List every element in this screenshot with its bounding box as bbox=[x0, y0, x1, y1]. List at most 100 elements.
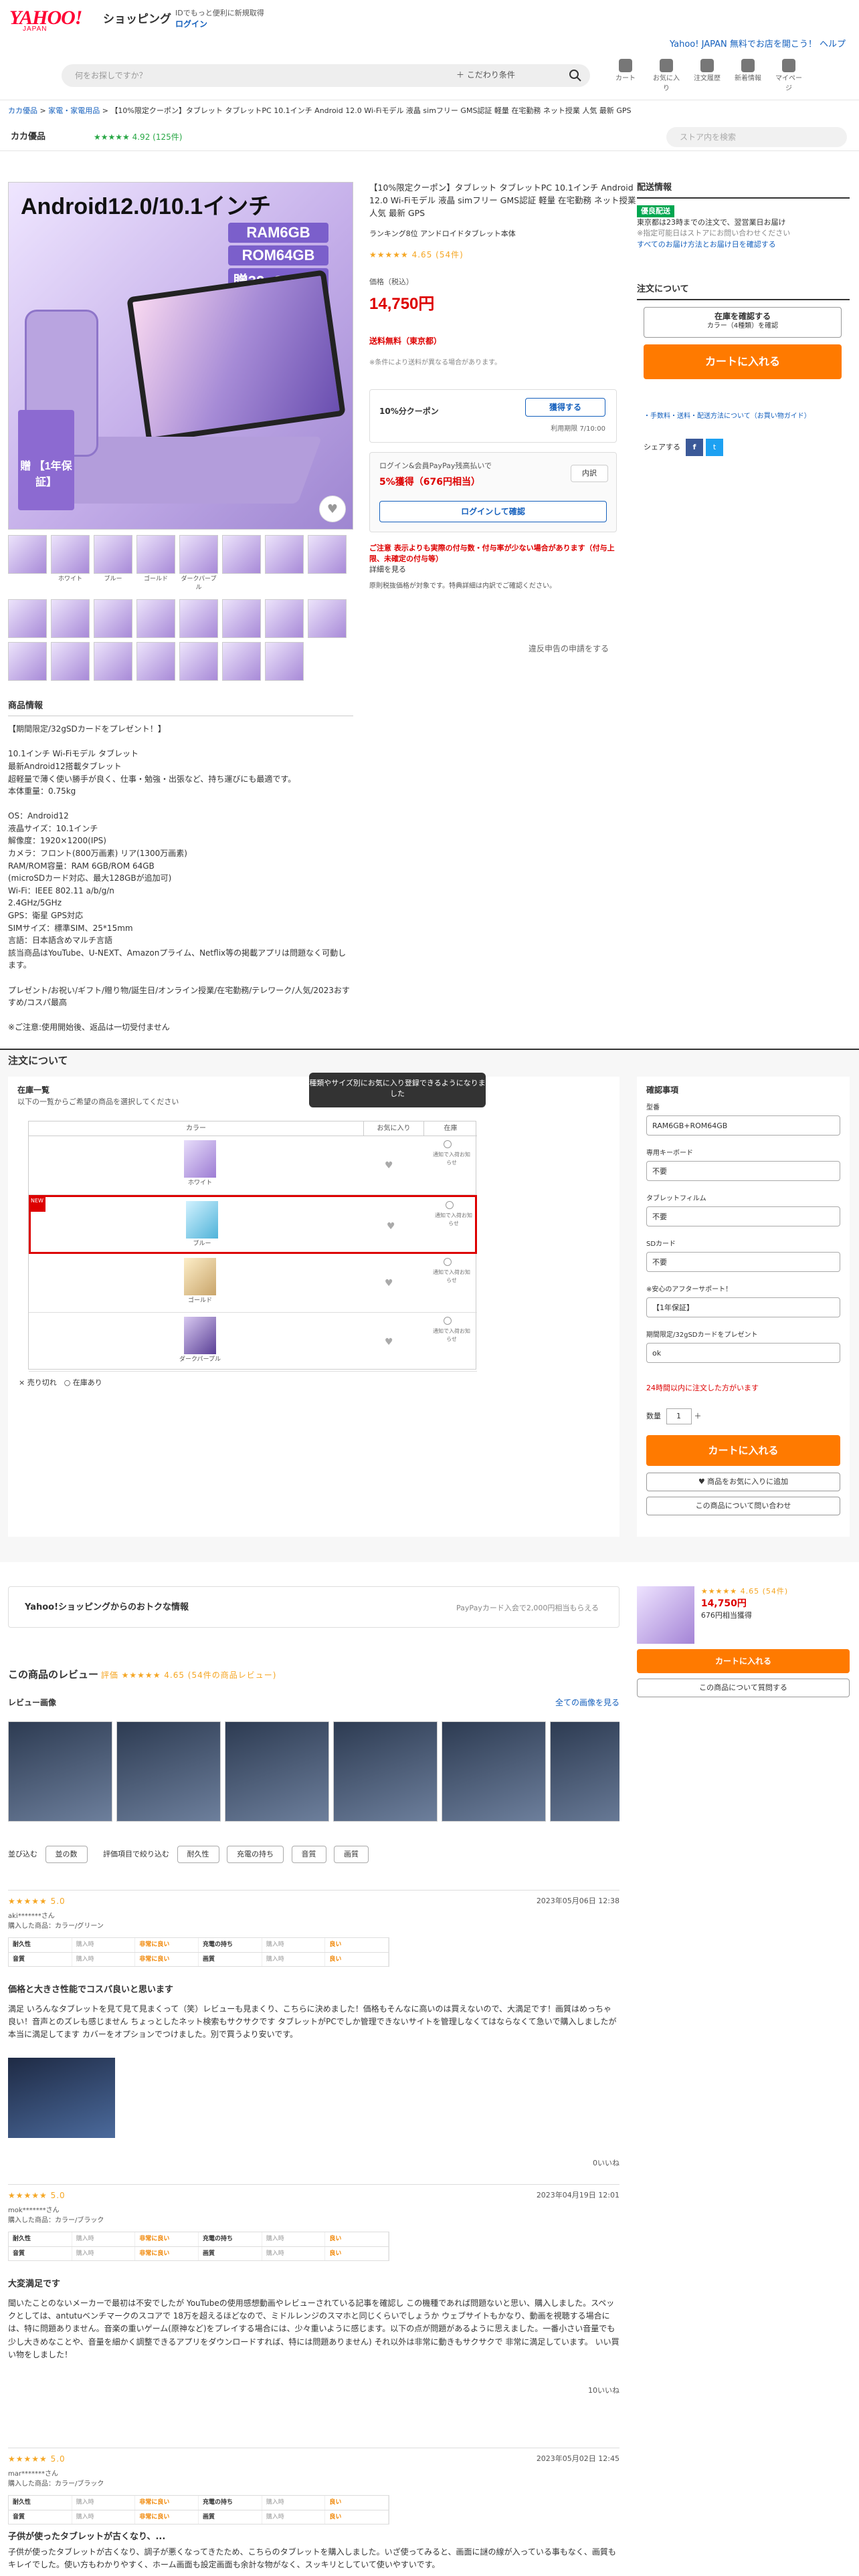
favorite-heart-icon[interactable]: ♥ bbox=[319, 496, 346, 522]
like-button[interactable]: 0いいね bbox=[593, 2158, 619, 2169]
favorite-heart-icon[interactable]: ♥ bbox=[385, 1277, 393, 1290]
option-select[interactable]: ※安心のアフターサポート！ 【1年保証】 bbox=[646, 1285, 840, 1317]
favorite-heart-icon[interactable]: ♥ bbox=[385, 1335, 393, 1349]
add-to-cart-button[interactable]: カートに入れる bbox=[644, 344, 842, 379]
stock-radio[interactable] bbox=[444, 1258, 452, 1266]
side-add-to-cart-button[interactable]: カートに入れる bbox=[637, 1649, 850, 1673]
sort-select[interactable]: 並の数 bbox=[45, 1846, 88, 1863]
ranking-link[interactable]: ランキング8位 アンドロイドタブレット本体 bbox=[369, 229, 516, 239]
thumbnail[interactable] bbox=[222, 642, 261, 681]
filter-button[interactable]: 音質 bbox=[291, 1846, 326, 1863]
option-select[interactable]: 型番 RAM6GB+ROM64GB bbox=[646, 1103, 840, 1136]
option-select[interactable]: SDカード 不要 bbox=[646, 1240, 840, 1272]
top-links[interactable]: Yahoo! JAPAN 無料でお店を開こう！ ヘルプ bbox=[670, 39, 846, 51]
review-image[interactable] bbox=[116, 1721, 221, 1822]
search-bar[interactable]: 何をお探しですか？ ＋ こだわり条件 bbox=[62, 64, 590, 87]
facebook-icon[interactable]: f bbox=[686, 439, 703, 456]
thumbnail[interactable] bbox=[179, 642, 218, 681]
thumbnail[interactable] bbox=[308, 599, 347, 638]
thumbnail[interactable] bbox=[136, 599, 175, 638]
caution-detail-link[interactable]: 詳細を見る bbox=[369, 564, 617, 575]
thumbnail[interactable] bbox=[222, 599, 261, 638]
thumbnail[interactable] bbox=[265, 599, 304, 638]
stock-radio[interactable] bbox=[444, 1140, 452, 1148]
add-favorite-button[interactable]: ♥ 商品をお気に入りに追加 bbox=[646, 1473, 840, 1491]
filter-button[interactable]: 充電の持ち bbox=[227, 1846, 284, 1863]
thumbnail[interactable] bbox=[136, 642, 175, 681]
option-select[interactable]: タブレットフィルム 不要 bbox=[646, 1194, 840, 1226]
quantity-stepper[interactable]: 数量 1 ＋ bbox=[646, 1408, 702, 1424]
review-image[interactable] bbox=[442, 1721, 546, 1822]
all-images-link[interactable]: 全ての画像を見る bbox=[555, 1697, 619, 1709]
search-icon[interactable] bbox=[569, 69, 582, 82]
thumbnail[interactable] bbox=[265, 642, 304, 681]
thumbnail[interactable] bbox=[308, 535, 347, 574]
thumbnail[interactable] bbox=[94, 535, 132, 574]
bell-icon[interactable]: 新着情報 bbox=[733, 59, 763, 94]
like-button[interactable]: 10いいね bbox=[588, 2385, 619, 2396]
points-detail-button[interactable]: 内訳 bbox=[571, 465, 608, 482]
thumbnail[interactable] bbox=[51, 642, 90, 681]
cart-icon[interactable]: カート bbox=[610, 59, 641, 94]
stock-radio[interactable] bbox=[444, 1317, 452, 1325]
id-promo[interactable]: IDでもっと便利に新規取得 bbox=[175, 8, 264, 19]
review-photo[interactable] bbox=[8, 2058, 115, 2138]
thumbnail[interactable] bbox=[94, 599, 132, 638]
filter-button[interactable]: 耐久性 bbox=[177, 1846, 219, 1863]
breadcrumb-item[interactable]: カカ優品 bbox=[8, 106, 37, 115]
thumbnail[interactable] bbox=[179, 599, 218, 638]
store-name[interactable]: カカ優品 bbox=[11, 131, 45, 144]
report-link[interactable]: 違反申告の申請をする bbox=[529, 643, 609, 655]
login-confirm-button[interactable]: ログインして確認 bbox=[379, 501, 607, 522]
login-link[interactable]: ログイン bbox=[175, 19, 207, 30]
thumbnail[interactable] bbox=[51, 535, 90, 574]
thumbnail[interactable] bbox=[8, 599, 47, 638]
side-product-image[interactable] bbox=[637, 1586, 694, 1644]
review-score[interactable]: ★★★★★ 4.65 (54件) bbox=[369, 249, 464, 261]
yahoo-logo[interactable]: YAHOO! JAPAN bbox=[9, 7, 82, 33]
favorite-icon[interactable]: お気に入り bbox=[651, 59, 682, 94]
thumbnail[interactable] bbox=[8, 535, 47, 574]
get-coupon-button[interactable]: 獲得する bbox=[525, 398, 605, 417]
user-icon[interactable]: マイページ bbox=[773, 59, 804, 94]
filter-button[interactable]: 画質 bbox=[334, 1846, 369, 1863]
reviews-summary[interactable]: 評価 ★★★★★ 4.65 (54件の商品レビュー) bbox=[101, 1671, 277, 1680]
store-search-input[interactable]: ストア内を検索 bbox=[666, 127, 847, 147]
favorite-heart-icon[interactable]: ♥ bbox=[385, 1159, 393, 1172]
twitter-icon[interactable]: t bbox=[706, 439, 723, 456]
product-main-image[interactable]: Android12.0/10.1インチ RAM6GB ROM64GB 贈32gS… bbox=[8, 182, 353, 530]
review-image[interactable] bbox=[225, 1721, 329, 1822]
add-to-cart-button[interactable]: カートに入れる bbox=[646, 1435, 840, 1466]
delivery-options-link[interactable]: すべてのお届け方法とお届け日を確認する bbox=[637, 239, 850, 251]
review-image[interactable] bbox=[333, 1721, 438, 1822]
stock-row-selected[interactable]: NEW ブルー ♥ 通知で入荷お知らせ bbox=[29, 1195, 477, 1254]
store-rating[interactable]: ★★★★★ 4.92 (125件) bbox=[94, 132, 182, 143]
review-image[interactable] bbox=[8, 1721, 112, 1822]
history-icon[interactable]: 注文履歴 bbox=[692, 59, 723, 94]
check-stock-button[interactable]: 在庫を確認する カラー（4種類）を確認 bbox=[644, 306, 842, 338]
stock-radio[interactable] bbox=[446, 1201, 454, 1209]
thumbnail[interactable] bbox=[94, 642, 132, 681]
option-select[interactable]: 専用キーボード 不要 bbox=[646, 1149, 840, 1181]
favorite-heart-icon[interactable]: ♥ bbox=[387, 1220, 395, 1233]
paypay-box: ログイン&会員PayPay残高払いで 5%獲得（676円相当） 内訳 ログインし… bbox=[369, 452, 617, 532]
thumbnail[interactable] bbox=[222, 535, 261, 574]
search-input[interactable]: 何をお探しですか？ bbox=[75, 70, 147, 82]
breadcrumb-item[interactable]: 家電・家電用品 bbox=[48, 106, 100, 115]
filter-conditions-button[interactable]: ＋ こだわり条件 bbox=[456, 70, 515, 81]
thumbnail[interactable] bbox=[265, 535, 304, 574]
side-question-button[interactable]: この商品について質問する bbox=[637, 1679, 850, 1697]
stock-row[interactable]: ホワイト ♥ 通知で入荷お知らせ bbox=[29, 1136, 477, 1195]
header-icons: カート お気に入り 注文履歴 新着情報 マイページ bbox=[610, 59, 804, 94]
stock-row[interactable]: ゴールド ♥ 通知で入荷お知らせ bbox=[29, 1254, 477, 1313]
thumbnail[interactable] bbox=[8, 642, 47, 681]
thumbnail[interactable] bbox=[51, 599, 90, 638]
review-image[interactable] bbox=[550, 1721, 619, 1822]
deal-banner[interactable]: Yahoo!ショッピングからのおトクな情報 PayPayカード入会で2,000円… bbox=[8, 1586, 619, 1628]
inquiry-button[interactable]: この商品について問い合わせ bbox=[646, 1497, 840, 1515]
stock-row[interactable]: ダークパープル ♥ 通知で入荷お知らせ bbox=[29, 1313, 477, 1372]
thumbnail[interactable] bbox=[136, 535, 175, 574]
option-select[interactable]: 期間限定/32gSDカードをプレゼント ok bbox=[646, 1331, 840, 1363]
thumbnail[interactable] bbox=[179, 535, 218, 574]
guide-links[interactable]: ・手数料・送料・配送方法について（お買い物ガイド） bbox=[644, 412, 811, 422]
